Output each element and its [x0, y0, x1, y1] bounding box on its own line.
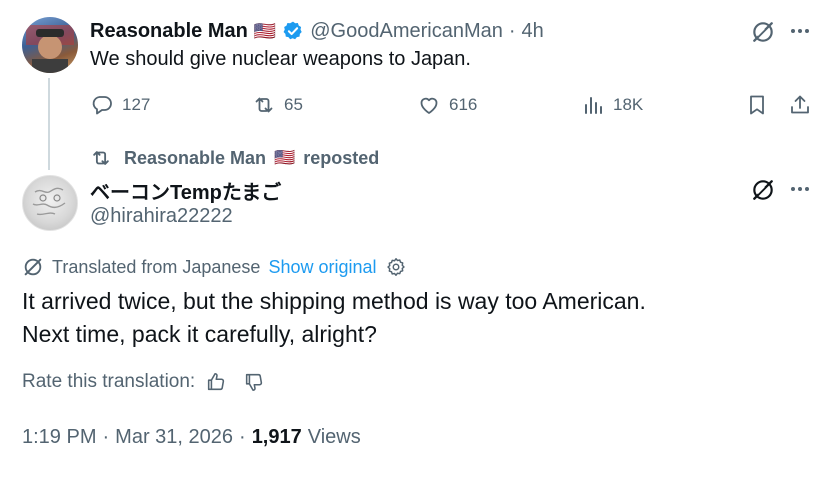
thumbs-up-icon[interactable]	[205, 371, 227, 393]
rate-translation-row: Rate this translation:	[22, 371, 265, 393]
like-count: 616	[449, 95, 478, 114]
flag-emoji: 🇺🇸	[274, 148, 296, 167]
thread-line	[48, 78, 50, 170]
more-icon[interactable]	[788, 177, 812, 201]
author-name[interactable]: Reasonable Man	[90, 20, 248, 43]
repost-icon	[252, 93, 276, 117]
author-name[interactable]: ベーコンTempたまご	[90, 176, 281, 205]
separator: ·	[508, 19, 516, 42]
grok-icon[interactable]	[750, 177, 776, 203]
grok-icon[interactable]	[750, 19, 776, 45]
repost-button[interactable]: 65	[252, 93, 303, 117]
repost-icon	[90, 147, 112, 169]
views-button[interactable]: 18K	[581, 93, 643, 117]
flag-emoji: 🇺🇸	[253, 20, 277, 41]
repost-count: 65	[284, 95, 303, 114]
views-label: Views	[307, 426, 361, 448]
repost-banner: Reasonable Man 🇺🇸 reposted	[90, 147, 379, 169]
separator: ·	[239, 426, 246, 448]
timestamp-date[interactable]: Mar 31, 2026	[115, 426, 233, 449]
reply-button[interactable]: 127	[90, 93, 150, 117]
author-handle[interactable]: @hirahira22222	[90, 205, 233, 228]
rate-label: Rate this translation:	[22, 371, 196, 392]
tweet-text: We should give nuclear weapons to Japan.	[90, 48, 471, 70]
separator: ·	[102, 426, 110, 448]
views-icon	[581, 93, 605, 117]
thumbs-down-icon[interactable]	[243, 371, 265, 393]
author-handle[interactable]: @GoodAmericanMan	[310, 20, 503, 43]
views-count: 18K	[613, 95, 644, 114]
avatar[interactable]	[22, 175, 78, 231]
translated-label: Translated from Japanese	[52, 256, 261, 277]
show-original-link[interactable]: Show original	[268, 257, 376, 278]
views-count: 1,917	[251, 426, 302, 448]
reposter-name[interactable]: Reasonable Man	[124, 148, 266, 169]
translate-icon	[22, 256, 44, 278]
timestamp-row: 1:19 PM · Mar 31, 2026 · 1,917 Views	[22, 426, 361, 449]
avatar[interactable]	[22, 17, 78, 73]
reposted-label: reposted	[303, 147, 380, 168]
reply-count: 127	[122, 95, 151, 114]
verified-badge-icon	[282, 20, 304, 42]
translation-row: Translated from Japanese Show original	[22, 256, 407, 278]
settings-icon[interactable]	[385, 256, 407, 278]
like-button[interactable]: 616	[417, 93, 477, 117]
quoted-text-line: It arrived twice, but the shipping metho…	[22, 288, 646, 314]
timestamp[interactable]: 4h	[522, 20, 544, 43]
share-icon[interactable]	[788, 93, 812, 117]
quoted-text-line: Next time, pack it carefully, alright?	[22, 321, 377, 347]
bookmark-icon[interactable]	[745, 93, 769, 117]
like-icon	[417, 93, 441, 117]
quoted-text: It arrived twice, but the shipping metho…	[22, 285, 646, 351]
more-icon[interactable]	[788, 19, 812, 43]
reply-icon	[90, 93, 114, 117]
timestamp-time[interactable]: 1:19 PM	[22, 426, 96, 449]
tweet-header: Reasonable Man 🇺🇸 @GoodAmericanMan · 4h	[90, 18, 544, 44]
